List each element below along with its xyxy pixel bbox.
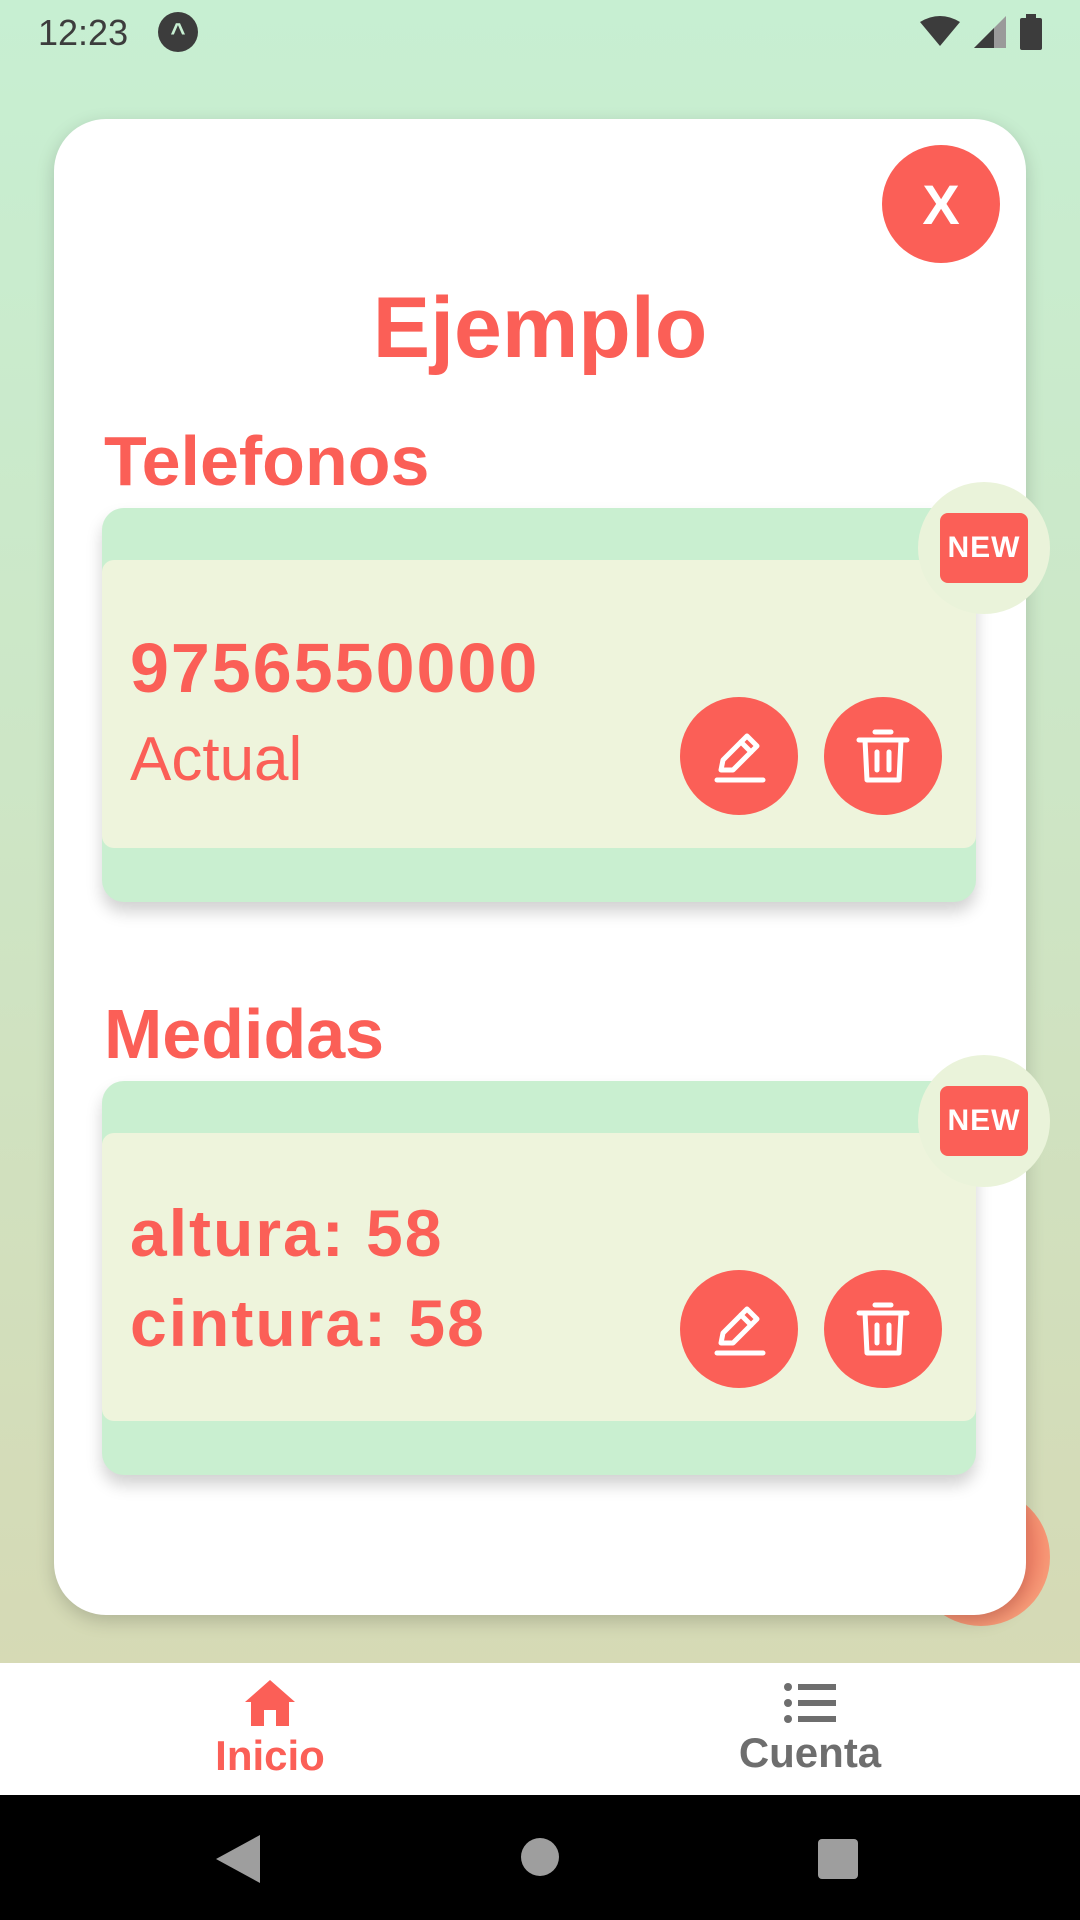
delete-button[interactable] bbox=[824, 697, 942, 815]
nav-label-cuenta: Cuenta bbox=[738, 1729, 882, 1776]
section-title-medidas: Medidas bbox=[104, 995, 385, 1073]
card-body: 9756550000 Actual bbox=[102, 560, 976, 848]
battery-icon bbox=[1020, 14, 1042, 50]
status-time: 12:23 bbox=[38, 12, 129, 53]
nav-item-cuenta[interactable]: Cuenta bbox=[540, 1663, 1080, 1795]
nav-item-inicio[interactable]: Inicio bbox=[0, 1663, 540, 1795]
phone-card: 9756550000 Actual NEW bbox=[102, 482, 1050, 902]
system-navigation-bar bbox=[0, 1795, 1080, 1920]
back-icon[interactable] bbox=[216, 1835, 260, 1883]
app-screen: 12:23 ^ X Ejemplo Telefonos 9756550000 A… bbox=[0, 0, 1080, 1920]
list-icon bbox=[784, 1683, 836, 1723]
modal-title: Ejemplo bbox=[372, 280, 708, 376]
card-body: altura: 58 cintura: 58 bbox=[102, 1133, 976, 1421]
section-title-telefonos: Telefonos bbox=[104, 422, 430, 500]
new-badge-wrap: NEW bbox=[918, 1055, 1050, 1187]
measure-height: altura: 58 bbox=[130, 1196, 444, 1270]
pencil-icon bbox=[714, 733, 766, 783]
edit-button[interactable] bbox=[680, 697, 798, 815]
edit-button[interactable] bbox=[680, 1270, 798, 1388]
pencil-icon bbox=[714, 1306, 766, 1356]
recents-icon[interactable] bbox=[818, 1839, 858, 1879]
home-circle-icon[interactable] bbox=[520, 1837, 560, 1877]
nav-label-inicio: Inicio bbox=[215, 1732, 325, 1779]
modal-dialog: X Ejemplo Telefonos 9756550000 Actual NE… bbox=[54, 119, 1050, 1615]
phone-status: Actual bbox=[130, 725, 303, 794]
app-notification-icon: ^ bbox=[158, 12, 198, 52]
new-badge-wrap: NEW bbox=[918, 482, 1050, 614]
trash-icon bbox=[856, 729, 910, 783]
wifi-icon bbox=[920, 16, 960, 46]
close-button[interactable]: X bbox=[882, 145, 1000, 263]
status-bar: 12:23 ^ bbox=[0, 0, 1080, 64]
cell-signal-icon bbox=[974, 16, 1006, 48]
delete-button[interactable] bbox=[824, 1270, 942, 1388]
trash-icon bbox=[856, 1302, 910, 1356]
phone-number: 9756550000 bbox=[130, 629, 540, 707]
measure-waist: cintura: 58 bbox=[130, 1286, 486, 1360]
measures-card: altura: 58 cintura: 58 NEW bbox=[102, 1055, 1050, 1475]
bottom-navigation: Inicio Cuenta bbox=[0, 1663, 1080, 1795]
new-badge: NEW bbox=[940, 1086, 1028, 1156]
new-badge: NEW bbox=[940, 513, 1028, 583]
home-icon bbox=[245, 1680, 295, 1726]
status-icons bbox=[920, 14, 1042, 50]
